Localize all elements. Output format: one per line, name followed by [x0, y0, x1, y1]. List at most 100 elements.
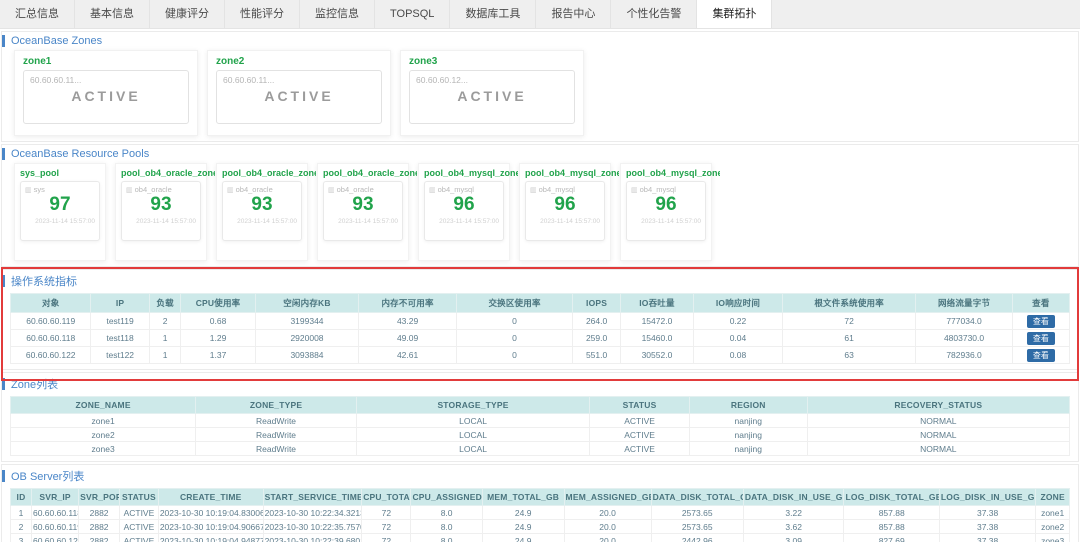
table-cell: 1 [148, 346, 182, 364]
pools-section: OceanBase Resource Pools sys_pool ▥ sys 9… [1, 144, 1079, 267]
zone-list-title: Zone列表 [2, 373, 1078, 395]
zone-status: ACTIVE [71, 88, 141, 104]
table-cell: 3 [10, 533, 32, 542]
table-cell: 60.60.60.118 [30, 505, 80, 520]
table-cell: 60.60.60.119 [30, 519, 80, 534]
column-header: DATA_DISK_TOTAL_GB [650, 488, 744, 506]
pool-score: 93 [352, 194, 374, 215]
pool-tenant: ▥ sys [25, 185, 45, 194]
table-cell: 37.38 [938, 519, 1037, 534]
zone-card[interactable]: zone1 60.60.60.11... ACTIVE [14, 50, 198, 136]
table-cell: 24.9 [481, 505, 565, 520]
column-header: 查看 [1011, 293, 1071, 313]
pool-card[interactable]: pool_ob4_mysql_zone1_fo ▥ob4_mysql 96 20… [519, 163, 619, 261]
zone-status-box: 60.60.60.11... ACTIVE [23, 70, 189, 124]
tab-汇总信息[interactable]: 汇总信息 [0, 0, 75, 28]
zone-status-box: 60.60.60.12... ACTIVE [409, 70, 575, 124]
table-cell: ReadWrite [195, 441, 357, 456]
table-row: zone2 ReadWrite LOCAL ACTIVE nanjing NORMAL [9, 427, 1071, 442]
table-cell: 4803730.0 [915, 329, 1013, 347]
tenant-icon: ▥ [328, 187, 335, 194]
pool-timestamp: 2023-11-14 15:57:00 [35, 218, 95, 225]
view-button[interactable]: 查看 [1026, 348, 1055, 362]
view-button[interactable]: 查看 [1026, 331, 1055, 345]
table-cell: 2023-10-30 10:22:39.680100 [262, 533, 363, 542]
pool-card[interactable]: pool_ob4_oracle_zone2_ds ▥ob4_oracle 93 … [317, 163, 417, 261]
tab-数据库工具[interactable]: 数据库工具 [450, 0, 537, 28]
pool-card[interactable]: sys_pool ▥ sys 97 2023-11-14 15:57:00 [14, 163, 106, 261]
column-header: ZONE [1035, 488, 1070, 506]
pool-score-box: ▥ ob4_mysql 96 2023-11-14 15:57:00 [525, 181, 605, 241]
table-cell: zone1 [9, 413, 197, 428]
table-cell: nanjing [688, 427, 808, 442]
pool-timestamp: 2023-11-14 15:57:00 [540, 218, 600, 225]
tenant-icon: ▥ [429, 187, 436, 194]
tenant-icon: ▥ [25, 187, 32, 194]
table-cell: 264.0 [572, 312, 621, 330]
table-cell: 72 [361, 505, 412, 520]
zone-card[interactable]: zone2 60.60.60.11... ACTIVE [207, 50, 391, 136]
zone-ip: 60.60.60.11... [223, 75, 275, 85]
table-cell: 1.37 [180, 346, 256, 364]
table-cell: 827.69 [843, 533, 940, 542]
tab-bar: 汇总信息 基本信息 健康评分 性能评分 监控信息 TOPSQL 数据库工具 报告中心 个性化告警… [0, 0, 1080, 29]
view-button[interactable]: 查看 [1026, 314, 1055, 328]
table-row: zone3 ReadWrite LOCAL ACTIVE nanjing NORMAL [9, 441, 1071, 456]
section-title-text: OB Server列表 [11, 471, 85, 483]
tenant-icon: ▥ [530, 187, 537, 194]
column-header: 网络流量字节 [915, 293, 1013, 313]
pool-score-box: ▥ ob4_mysql 96 2023-11-14 15:57:00 [626, 181, 706, 241]
column-header: MEM_TOTAL_GB [481, 488, 565, 506]
table-cell: 8.0 [410, 519, 483, 534]
table-cell: 72 [361, 519, 412, 534]
zone-status: ACTIVE [457, 88, 527, 104]
column-header: CPU使用率 [180, 293, 256, 313]
table-cell: 0.22 [692, 312, 783, 330]
zone-name: zone1 [23, 56, 52, 67]
zone-ip: 60.60.60.11... [30, 75, 82, 85]
table-cell: 0 [455, 346, 574, 364]
table-cell: 20.0 [563, 533, 652, 542]
cluster-topology-page: 汇总信息 基本信息 健康评分 性能评分 监控信息 TOPSQL 数据库工具 报告中心 个性化告警… [0, 0, 1080, 542]
table-cell: 0 [455, 329, 574, 347]
pool-name: pool_ob4_oracle_zone3_hy [222, 168, 316, 178]
column-header: SVR_IP [30, 488, 80, 506]
zone-card[interactable]: zone3 60.60.60.12... ACTIVE [400, 50, 584, 136]
column-header: IP [90, 293, 150, 313]
table-cell: 2023-10-30 10:22:35.757050 [262, 519, 363, 534]
tab-健康评分[interactable]: 健康评分 [150, 0, 225, 28]
table-cell: 259.0 [572, 329, 621, 347]
pool-card[interactable]: pool_ob4_oracle_zone1_he ▥ob4_oracle 93 … [115, 163, 215, 261]
table-cell: 2573.65 [650, 505, 744, 520]
table-cell: nanjing [688, 441, 808, 456]
table-cell: 2023-10-30 10:19:04.830060 [157, 505, 264, 520]
table-cell: 49.09 [358, 329, 457, 347]
column-header: STATUS [119, 488, 159, 506]
tab-报告中心[interactable]: 报告中心 [536, 0, 612, 28]
table-cell: 72 [781, 312, 917, 330]
table-cell: 1.29 [180, 329, 256, 347]
table-cell: 2023-10-30 10:19:04.906670 [157, 519, 264, 534]
pool-name: pool_ob4_mysql_zone1_fo [525, 168, 619, 178]
table-cell: 3.62 [742, 519, 845, 534]
tab-性能评分[interactable]: 性能评分 [225, 0, 300, 28]
tab-TOPSQL[interactable]: TOPSQL [375, 0, 451, 28]
pool-score-box: ▥ sys 97 2023-11-14 15:57:00 [20, 181, 100, 241]
pool-card[interactable]: pool_ob4_mysql_zone3_ui ▥ob4_mysql 96 20… [418, 163, 518, 261]
table-row: 60.60.60.118 test118 1 1.29 2920008 49.09 0 259… [9, 329, 1071, 347]
table-cell: 3.22 [742, 505, 845, 520]
pool-card[interactable]: pool_ob4_oracle_zone3_hy ▥ob4_oracle 93 … [216, 163, 316, 261]
pool-card[interactable]: pool_ob4_mysql_zone2_zgl ▥ob4_mysql 96 2… [620, 163, 720, 261]
pool-timestamp: 2023-11-14 15:57:00 [338, 218, 398, 225]
tab-个性化告警[interactable]: 个性化告警 [611, 0, 698, 28]
pool-name: pool_ob4_oracle_zone2_ds [323, 168, 417, 178]
zones-section: OceanBase Zones zone1 60.60.60.11... ACT… [1, 31, 1079, 142]
column-header: STATUS [589, 396, 690, 414]
tab-集群拓扑[interactable]: 集群拓扑 [697, 0, 773, 28]
table-header-row: 对象 IP 负载 CPU使用率 空闲内存KB 内存不可用率 交换区使用率 IOPS IO吞吐量 I… [9, 293, 1071, 313]
zone-list-section: Zone列表 ZONE_NAME ZONE_TYPE STORAGE_TYPE STA… [1, 372, 1079, 462]
table-row: 2 60.60.60.119 2882 ACTIVE 2023-10-30 10:19:… [10, 519, 1070, 534]
tab-基本信息[interactable]: 基本信息 [75, 0, 150, 28]
tab-监控信息[interactable]: 监控信息 [300, 0, 375, 28]
zone-ip: 60.60.60.12... [416, 75, 468, 85]
